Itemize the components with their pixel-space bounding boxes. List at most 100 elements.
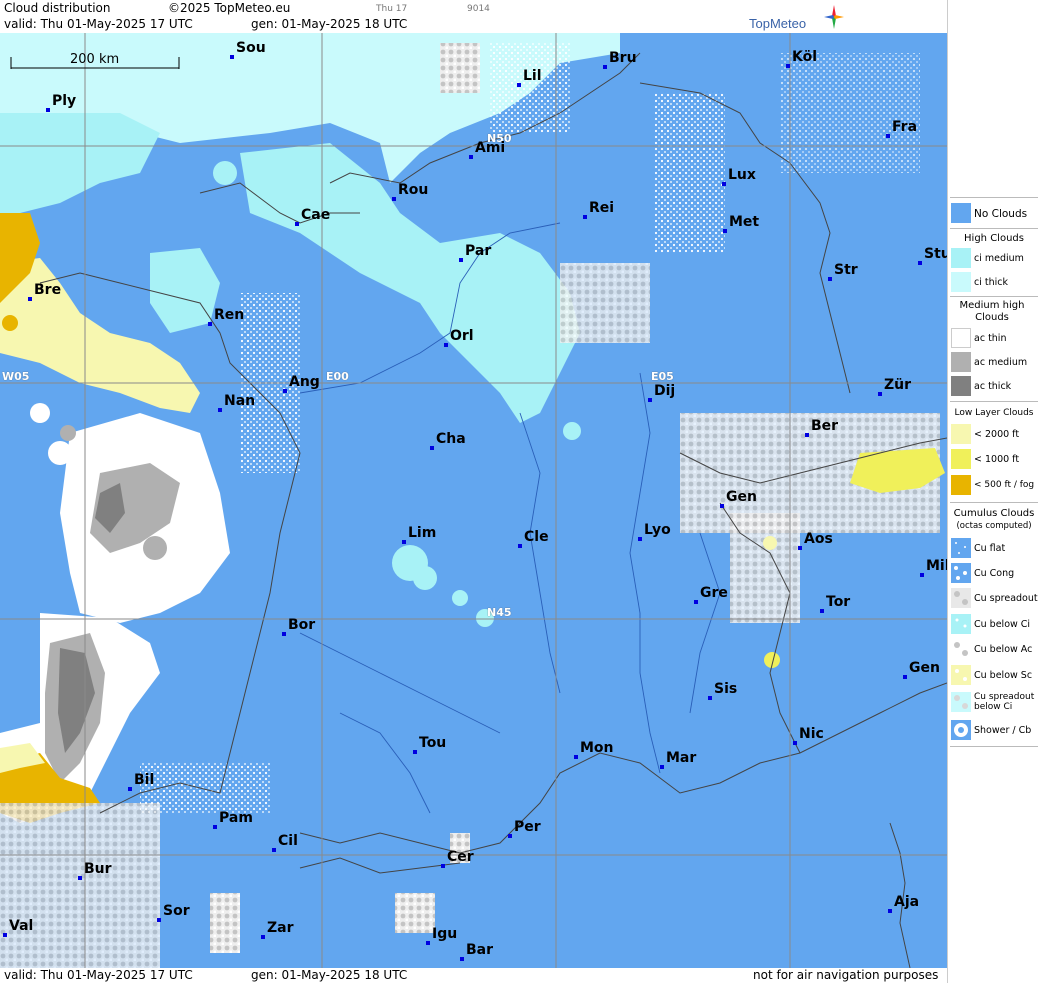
city-label: Sis xyxy=(714,681,738,697)
legend-cu-below-sc: Cu below Sc xyxy=(974,670,1033,681)
city-label: Ami xyxy=(475,140,506,156)
city-dot xyxy=(441,864,445,868)
ci-medium-brittany xyxy=(150,248,220,333)
legend-cu-flat: Cu flat xyxy=(974,543,1006,554)
city-dot xyxy=(820,609,824,613)
city-dot xyxy=(282,632,286,636)
legend-ci-medium: ci medium xyxy=(974,253,1024,264)
legend-separator xyxy=(950,502,1038,503)
city-label: Lyo xyxy=(644,522,671,538)
legend-cu-below-ac: Cu below Ac xyxy=(974,644,1033,655)
city-label: Lim xyxy=(408,525,437,541)
city-dot xyxy=(295,222,299,226)
grid-label-e00: E00 xyxy=(326,370,349,383)
city-dot xyxy=(208,322,212,326)
city-label: Gen xyxy=(909,660,940,676)
footer-bar: valid: Thu 01-May-2025 17 UTC gen: 01-Ma… xyxy=(0,968,947,983)
city-dot xyxy=(459,258,463,262)
city-dot xyxy=(218,408,222,412)
city-dot xyxy=(283,389,287,393)
city-label: Bru xyxy=(609,50,637,66)
legend-cu-cong: Cu Cong xyxy=(974,568,1015,579)
cloud-map[interactable]: 200 km N50 N45 W05 E00 E05 Sou Ply Lil Bru K… xyxy=(0,33,947,968)
city-dot xyxy=(426,941,430,945)
city-dot xyxy=(648,398,652,402)
city-label: Rei xyxy=(589,200,615,216)
run-code: 9014 xyxy=(467,4,490,14)
city-dot xyxy=(793,741,797,745)
swatch-cu-flat xyxy=(951,538,971,558)
city-dot xyxy=(722,182,726,186)
topmeteo-logo: TopMeteo xyxy=(749,4,847,32)
swatch-cu-cong xyxy=(951,563,971,583)
city-label: Cer xyxy=(447,849,474,865)
city-label: Igu xyxy=(432,926,458,942)
city-label: Mil xyxy=(926,558,947,574)
city-dot xyxy=(413,750,417,754)
swatch-cu-spread xyxy=(951,588,971,608)
city-dot xyxy=(46,108,50,112)
city-label: Zar xyxy=(267,920,294,936)
city-dot xyxy=(3,933,7,937)
city-label: Gen xyxy=(726,489,757,505)
legend-cu-sub: (octas computed) xyxy=(956,521,1032,531)
legend-ac-thin: ac thin xyxy=(974,333,1007,344)
city-dot xyxy=(660,765,664,769)
legend-ac-medium: ac medium xyxy=(974,357,1028,368)
city-dot xyxy=(903,675,907,679)
legend-cu-spread-ci: Cu spreadout below Ci xyxy=(974,692,1035,712)
legend-separator xyxy=(950,746,1038,747)
cu-iberia xyxy=(0,803,160,968)
city-label: Bil xyxy=(134,772,155,788)
city-dot xyxy=(888,909,892,913)
copyright-text: ©2025 TopMeteo.eu xyxy=(168,1,291,15)
city-label: Ren xyxy=(214,307,245,323)
city-dot xyxy=(918,261,922,265)
legend-ac-thick: ac thick xyxy=(974,381,1012,392)
city-dot xyxy=(828,277,832,281)
city-label: Bor xyxy=(288,617,316,633)
legend-separator xyxy=(950,296,1038,297)
swatch-low-500 xyxy=(951,475,971,495)
city-dot xyxy=(518,544,522,548)
ci-medium-west xyxy=(0,113,160,213)
city-label: Mar xyxy=(666,750,697,766)
city-label: Orl xyxy=(450,328,474,344)
city-label: Cle xyxy=(524,529,549,545)
city-label: Gre xyxy=(700,585,728,601)
swatch-ac-medium xyxy=(951,352,971,372)
city-label: Met xyxy=(729,214,760,230)
city-label: Zür xyxy=(884,377,912,393)
swatch-shower xyxy=(951,720,971,740)
scale-bar: 200 km xyxy=(10,52,180,69)
cu-below-ac-north xyxy=(440,43,480,93)
city-label: Fra xyxy=(892,119,918,135)
legend-cu-spread: Cu spreadout xyxy=(974,593,1038,604)
swatch-cu-below-ac xyxy=(951,639,971,659)
city-label: Par xyxy=(465,243,492,259)
city-dot xyxy=(444,343,448,347)
header-bar: Cloud distribution ©2025 TopMeteo.eu Thu… xyxy=(0,0,947,33)
legend-high-head: High Clouds xyxy=(964,233,1024,244)
city-dot xyxy=(230,55,234,59)
city-dot xyxy=(469,155,473,159)
swatch-cu-spread-ci xyxy=(951,692,971,712)
legend-cu-below-ci: Cu below Ci xyxy=(974,619,1031,630)
city-dot xyxy=(392,197,396,201)
city-dot xyxy=(574,755,578,759)
city-dot xyxy=(786,64,790,68)
footer-generated-time: gen: 01-May-2025 18 UTC xyxy=(251,968,408,982)
generated-time: gen: 01-May-2025 18 UTC xyxy=(251,17,408,31)
disclaimer-text: not for air navigation purposes xyxy=(753,968,939,982)
city-label: Cil xyxy=(278,833,298,849)
swatch-low-2000 xyxy=(951,424,971,444)
legend-separator xyxy=(950,228,1038,229)
swatch-ac-thick xyxy=(951,376,971,396)
city-label: Cae xyxy=(301,207,331,223)
city-dot xyxy=(272,848,276,852)
logo-text: TopMeteo xyxy=(749,16,807,31)
city-dot xyxy=(261,935,265,939)
city-label: Ber xyxy=(811,418,839,434)
city-dot xyxy=(157,918,161,922)
swatch-ac-thin xyxy=(951,328,971,348)
